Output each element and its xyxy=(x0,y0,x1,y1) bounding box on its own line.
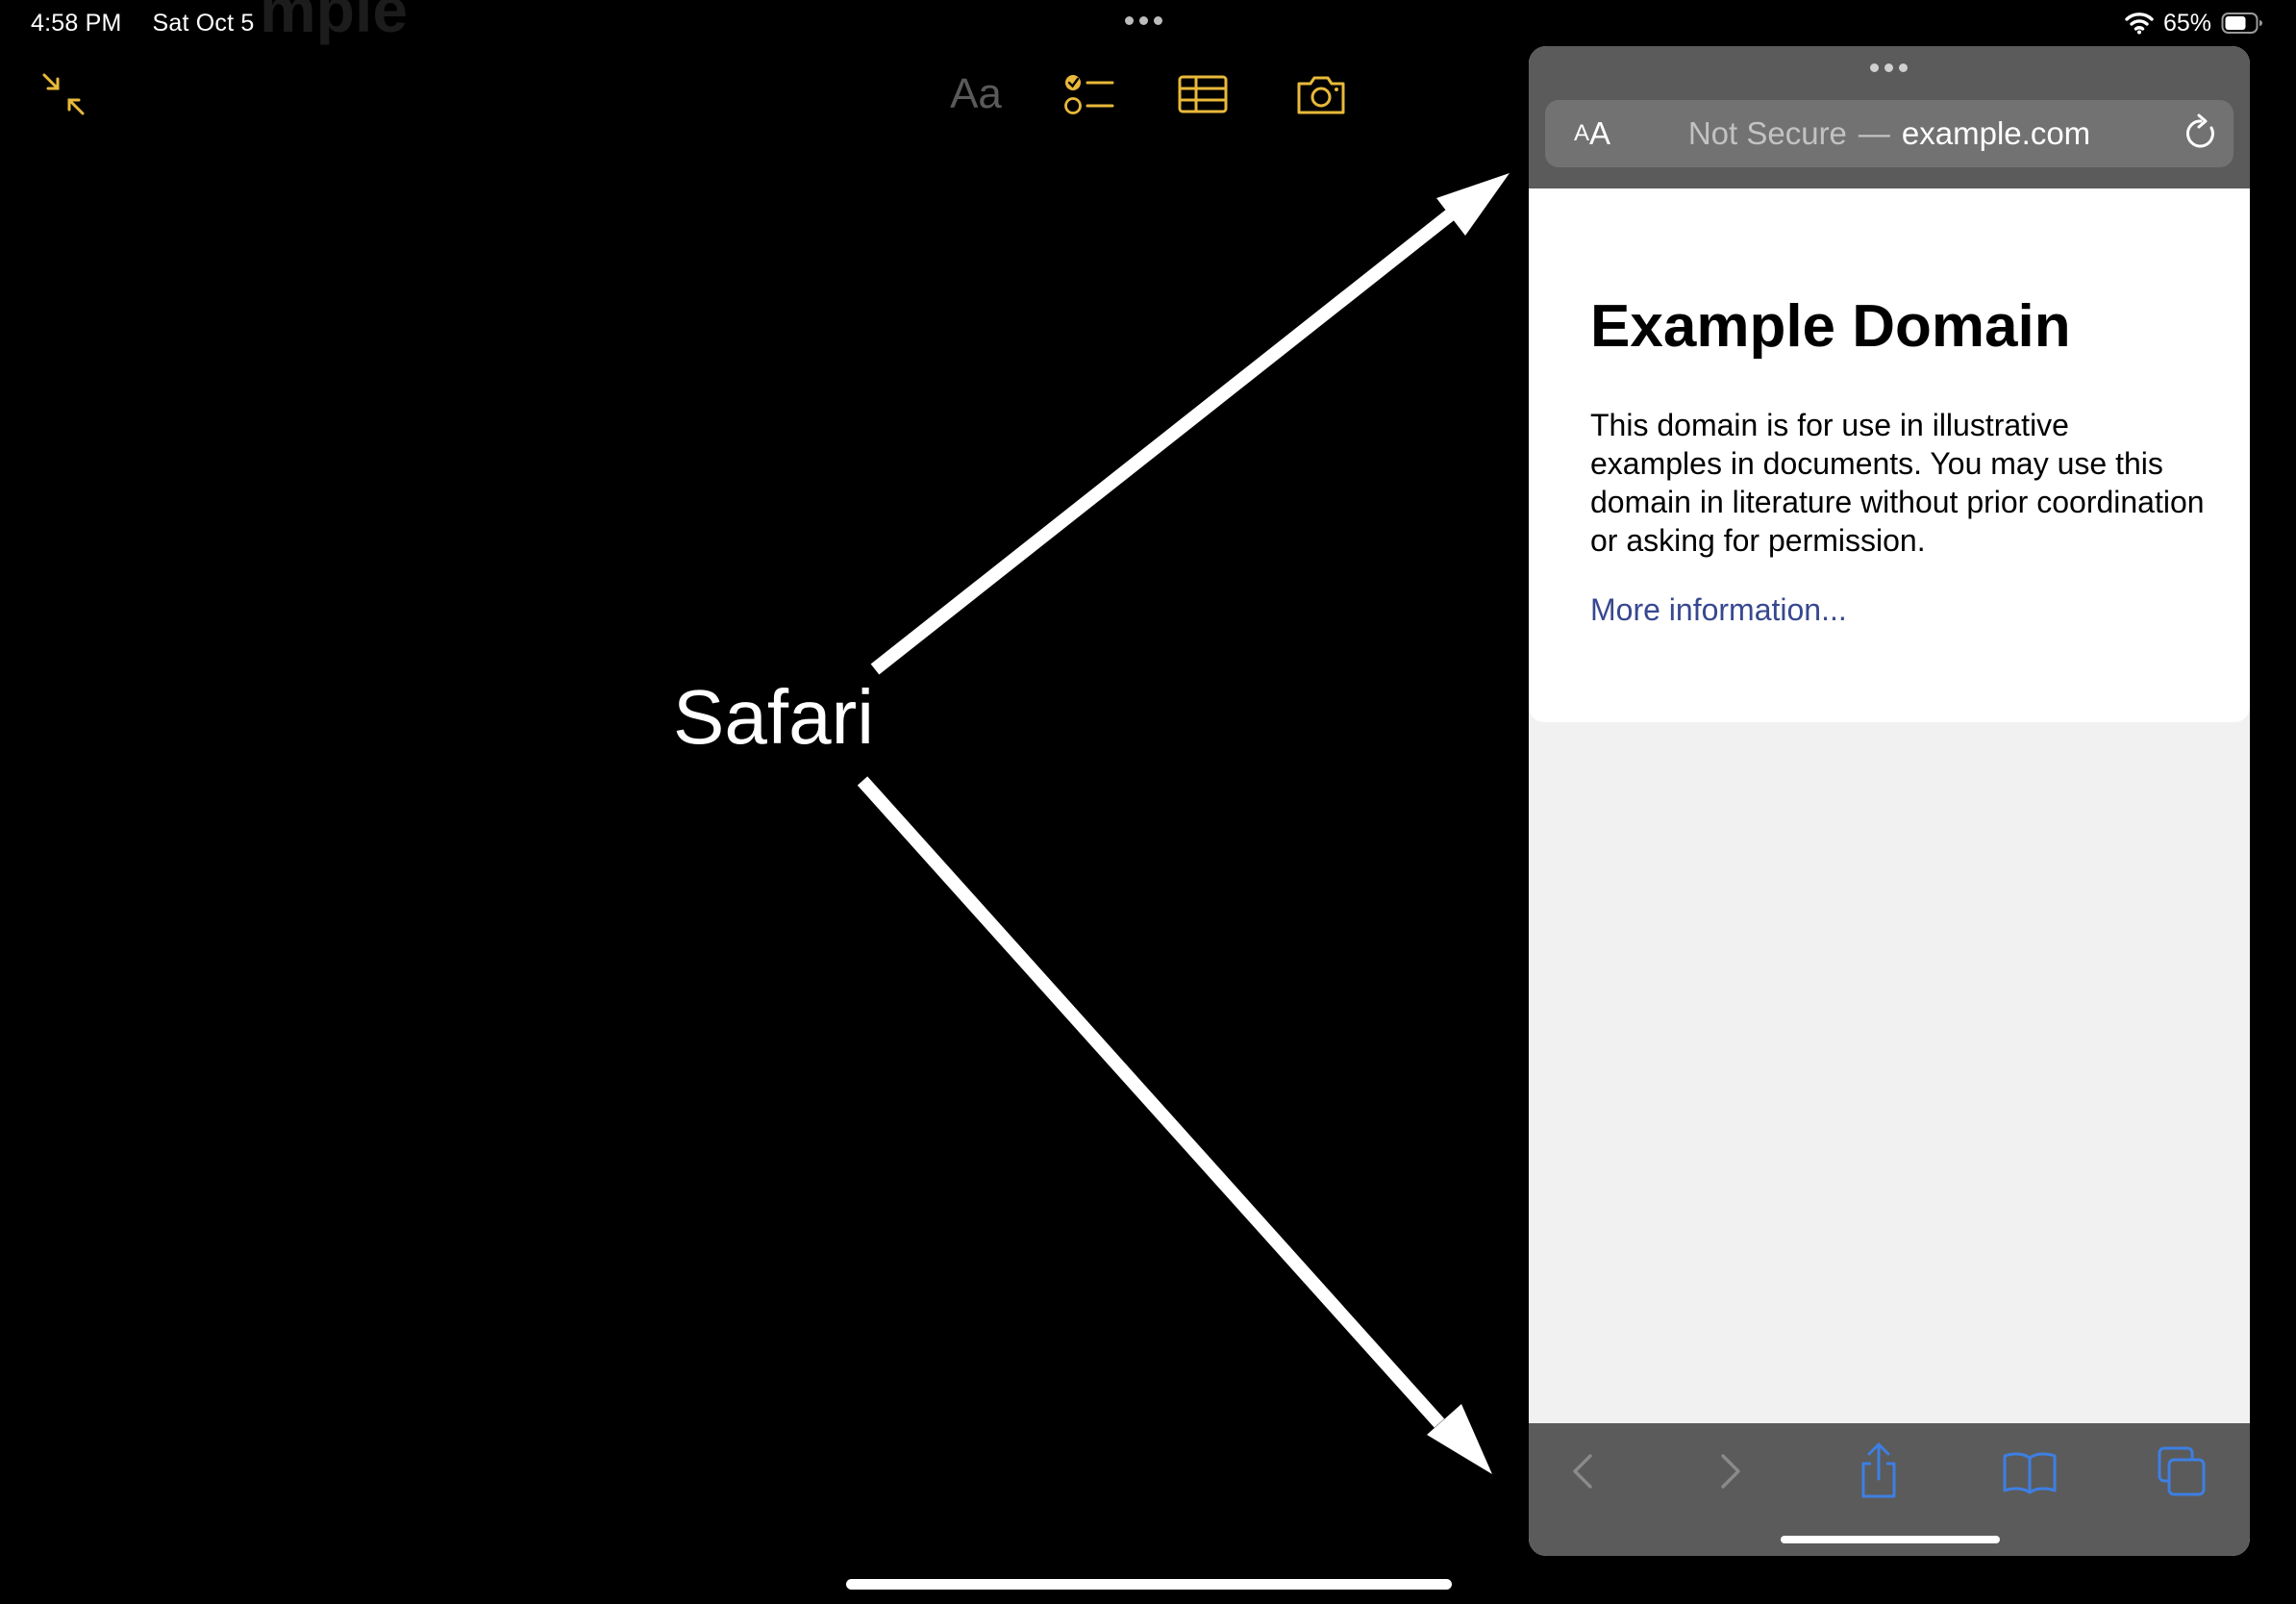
reader-big-a: A xyxy=(1589,115,1611,151)
battery-icon xyxy=(2221,13,2262,34)
format-icon[interactable]: Aa xyxy=(942,69,1010,119)
address-bar[interactable]: A A Not Secure — example.com xyxy=(1545,100,2234,167)
arrow-to-address-bar xyxy=(870,173,1510,675)
notes-ghost-title: mple xyxy=(260,0,409,45)
safari-slide-over: A A Not Secure — example.com Example Dom… xyxy=(1529,46,2250,1556)
address-text[interactable]: Not Secure — example.com xyxy=(1641,100,2137,167)
back-icon[interactable] xyxy=(1554,1441,1615,1502)
home-indicator[interactable] xyxy=(846,1579,1452,1590)
status-date: Sat Oct 5 xyxy=(152,9,255,37)
bookmarks-icon[interactable] xyxy=(1999,1441,2060,1502)
tabs-icon[interactable] xyxy=(2150,1441,2211,1502)
more-information-link[interactable]: More information... xyxy=(1590,592,1847,628)
web-page-content: Example Domain This domain is for use in… xyxy=(1529,188,2250,722)
collapse-icon[interactable] xyxy=(40,71,87,117)
address-separator: — xyxy=(1858,115,1890,151)
status-bar-left: 4:58 PM Sat Oct 5 xyxy=(31,8,255,38)
page-settings-button[interactable]: A A xyxy=(1559,100,1626,167)
battery-percent: 65% xyxy=(2162,9,2211,37)
status-time: 4:58 PM xyxy=(31,9,122,37)
security-label: Not Secure xyxy=(1687,115,1847,151)
table-icon[interactable] xyxy=(1177,69,1229,119)
wifi-icon xyxy=(2125,13,2154,35)
camera-icon[interactable] xyxy=(1294,69,1348,119)
address-host: example.com xyxy=(1901,115,2091,151)
safari-bottom-toolbar xyxy=(1529,1423,2250,1556)
annotation-label: Safari xyxy=(673,674,874,760)
checklist-icon[interactable] xyxy=(1062,69,1116,119)
page-paragraph: This domain is for use in illustrative e… xyxy=(1590,408,2205,558)
status-bar-right: 65% xyxy=(2125,8,2263,38)
screen: mple 4:58 PM Sat Oct 5 65% Aa Safari A A… xyxy=(0,0,2296,1604)
reload-icon[interactable] xyxy=(2178,111,2224,157)
slide-over-home-bar[interactable] xyxy=(1781,1536,2000,1543)
multitasking-menu-button[interactable] xyxy=(1125,16,1162,25)
arrow-to-toolbar xyxy=(857,776,1492,1474)
share-icon[interactable] xyxy=(1848,1441,1909,1502)
safari-top-bar: A A Not Secure — example.com xyxy=(1529,46,2250,188)
reader-small-a: A xyxy=(1573,120,1589,146)
forward-icon[interactable] xyxy=(1698,1441,1759,1502)
slide-over-grabber[interactable] xyxy=(1870,63,1908,72)
page-heading: Example Domain xyxy=(1590,293,2071,360)
